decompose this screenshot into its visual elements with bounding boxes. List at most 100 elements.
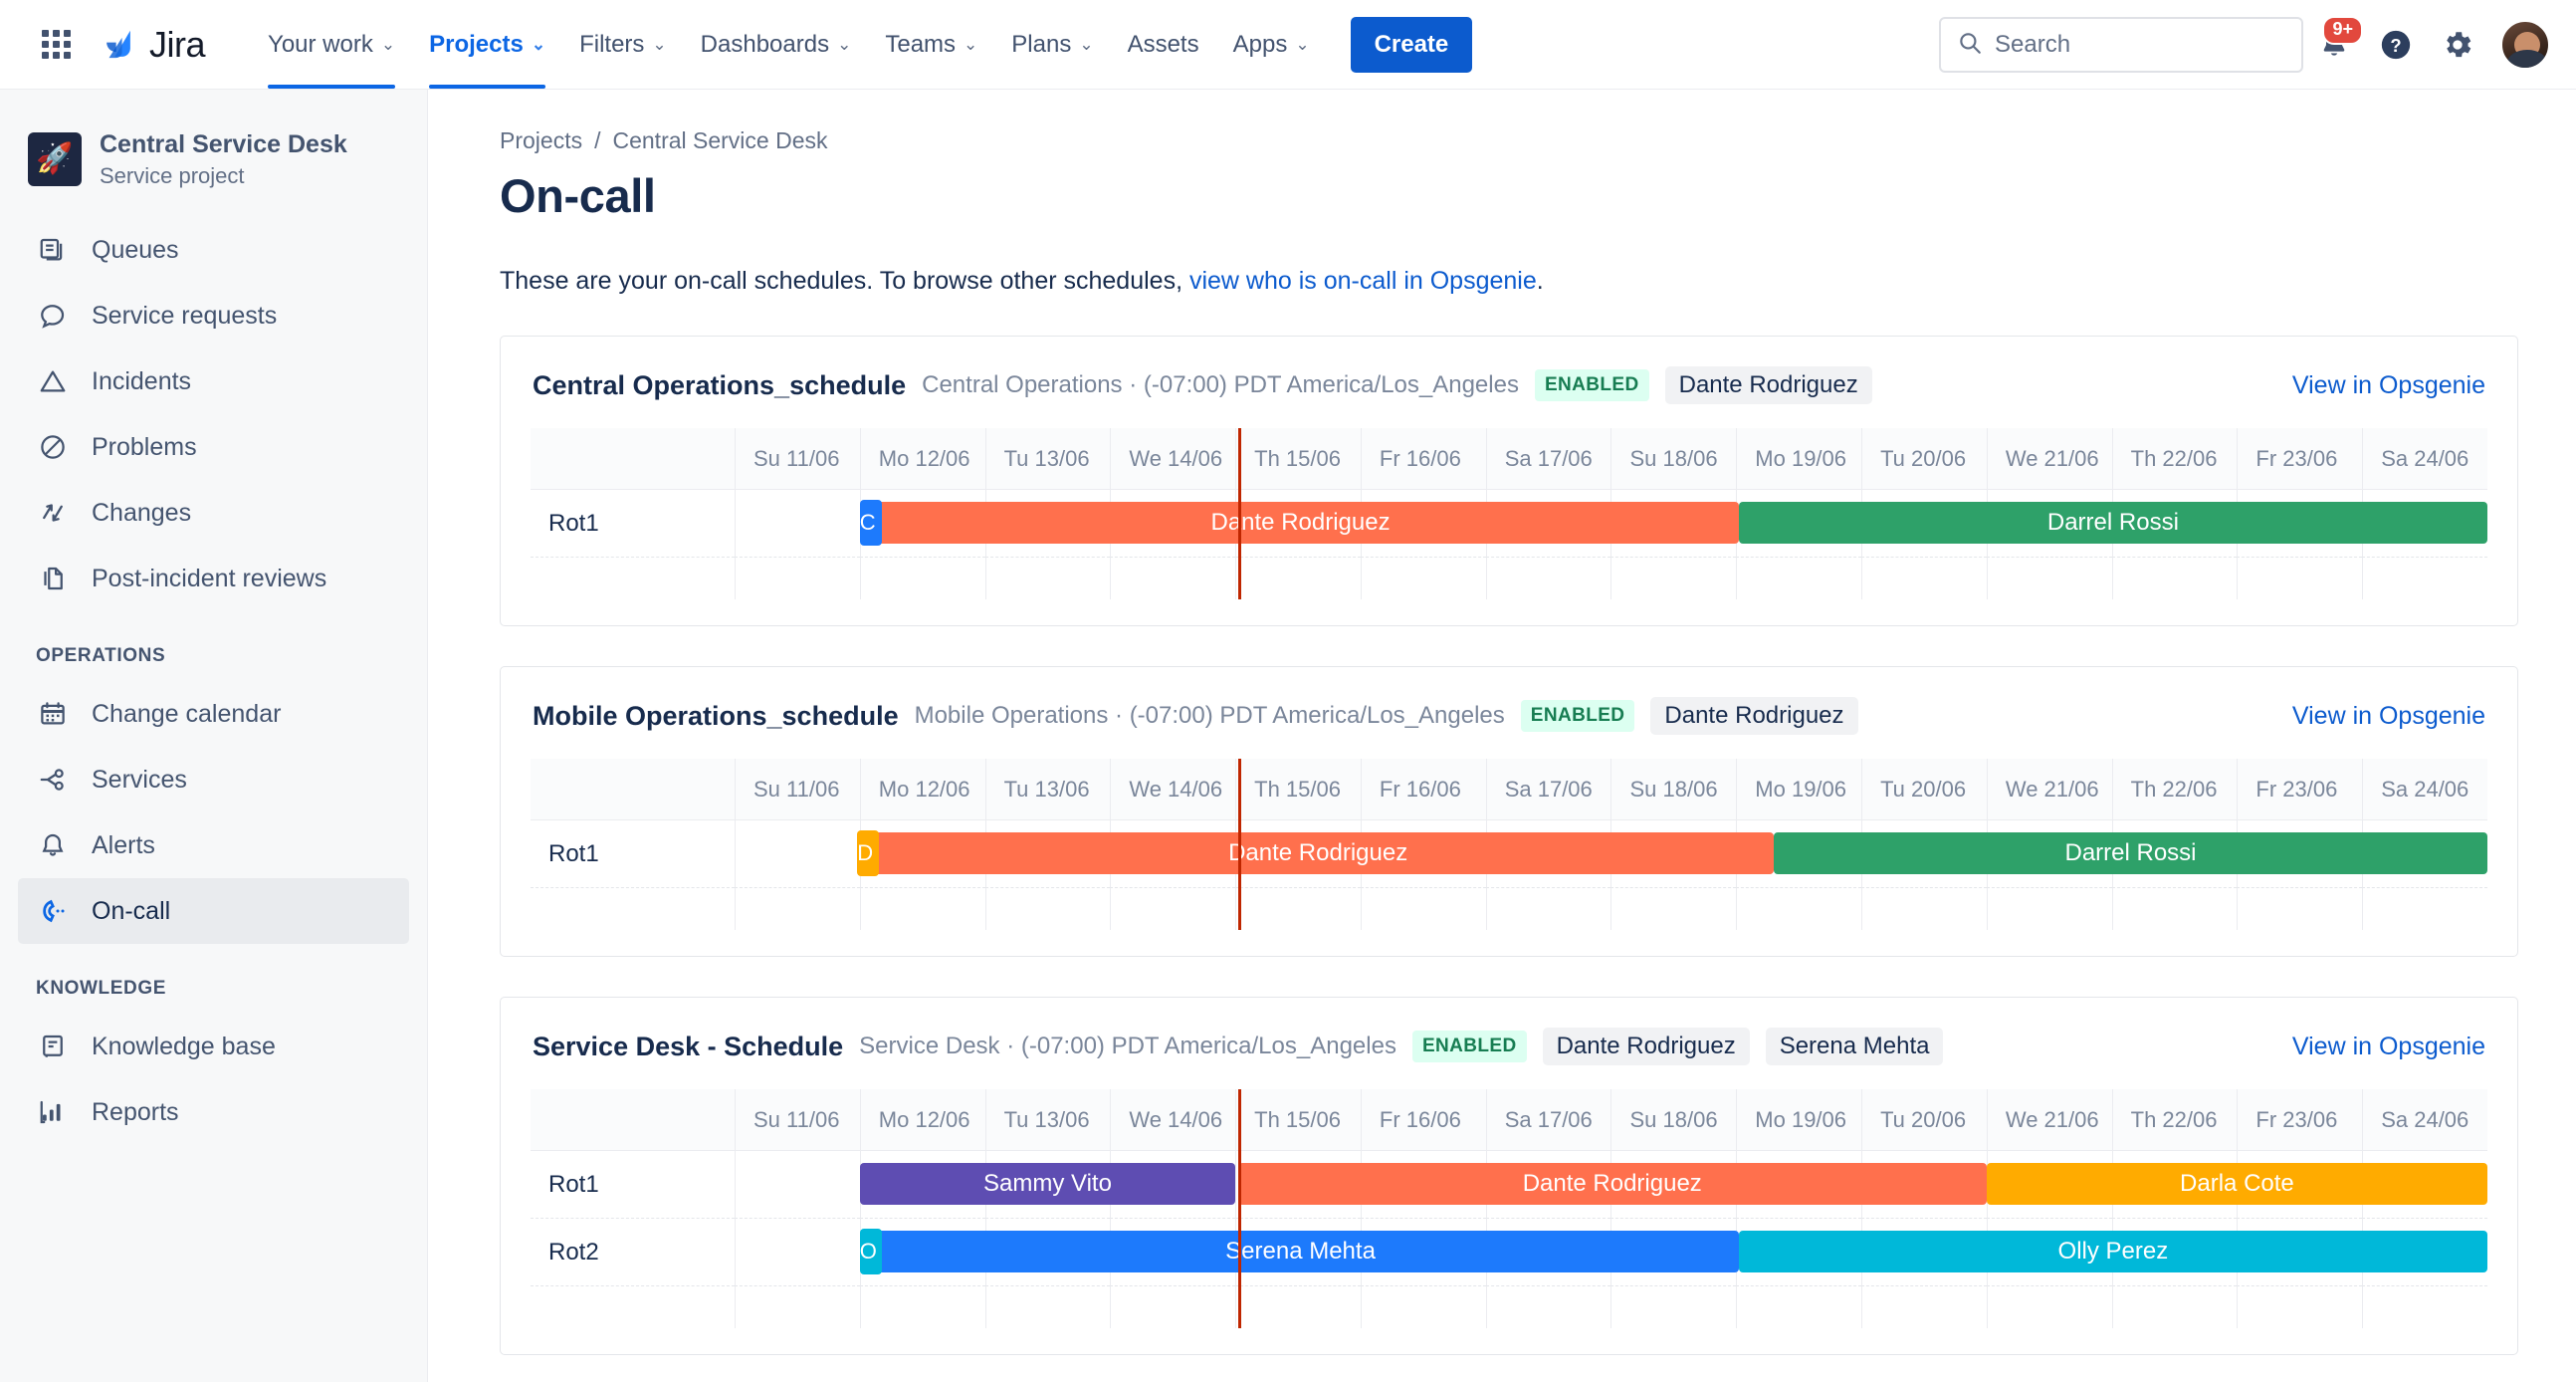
shift-start-marker[interactable]: C xyxy=(859,500,882,546)
shift-start-marker[interactable]: D xyxy=(857,830,880,876)
nav-item-dashboards[interactable]: Dashboards ⌄ xyxy=(684,0,869,89)
sidebar-label-service-requests: Service requests xyxy=(92,301,278,330)
jira-logo[interactable]: Jira xyxy=(100,23,206,66)
view-in-opsgenie-link[interactable]: View in Opsgenie xyxy=(2292,702,2485,731)
sidebar-item-queues[interactable]: Queues xyxy=(18,217,409,283)
shift-start-marker[interactable]: O xyxy=(859,1229,882,1274)
current-time-marker xyxy=(1237,1089,1241,1328)
on-call-shift-bar[interactable]: Dante Rodriguez xyxy=(862,832,1775,874)
sidebar-item-alerts[interactable]: Alerts xyxy=(18,812,409,878)
timeline-day-header: Sa 17/06 xyxy=(1485,1089,1611,1151)
chevron-down-icon: ⌄ xyxy=(964,35,978,54)
document-icon xyxy=(36,562,70,595)
rotation-grid-cells xyxy=(531,558,2487,599)
schedule-card-header: Mobile Operations_schedule Mobile Operat… xyxy=(531,697,2487,759)
on-call-shift-bar[interactable]: Darrel Rossi xyxy=(1774,832,2487,874)
search-box[interactable] xyxy=(1939,17,2303,73)
nav-item-teams[interactable]: Teams ⌄ xyxy=(868,0,994,89)
schedule-timeline: Su 11/06 Mo 12/06 Tu 13/06 We 14/06 Th 15/06… xyxy=(531,759,2487,930)
shift-person-name: Serena Mehta xyxy=(1225,1238,1376,1265)
sidebar-label-knowledge-base: Knowledge base xyxy=(92,1032,276,1060)
shift-person-name: Olly Perez xyxy=(2057,1238,2169,1265)
timeline-day-header: Mo 12/06 xyxy=(859,759,985,820)
sidebar-item-problems[interactable]: Problems xyxy=(18,414,409,480)
sidebar-label-problems: Problems xyxy=(92,432,197,461)
sidebar-label-queues: Queues xyxy=(92,235,179,264)
timeline-day-header: Sa 17/06 xyxy=(1485,759,1611,820)
timeline-day-header: Su 18/06 xyxy=(1610,1089,1737,1151)
sidebar-item-service-requests[interactable]: Service requests xyxy=(18,283,409,348)
schedule-timeline: Su 11/06 Mo 12/06 Tu 13/06 We 14/06 Th 15/06… xyxy=(531,1089,2487,1328)
timeline-day-header: Mo 19/06 xyxy=(1736,1089,1862,1151)
timeline-day-header: Mo 12/06 xyxy=(859,1089,985,1151)
rotation-label: Rot1 xyxy=(548,510,599,537)
notifications-button[interactable]: 9+ xyxy=(2303,14,2365,76)
intro-text: These are your on-call schedules. To bro… xyxy=(500,267,2518,296)
warning-triangle-icon xyxy=(36,364,70,398)
user-avatar[interactable] xyxy=(2500,20,2550,70)
shift-person-name: Sammy Vito xyxy=(982,1170,1112,1197)
rocket-icon: 🚀 xyxy=(36,142,74,175)
on-call-shift-bar[interactable]: Sammy Vito xyxy=(859,1163,1236,1205)
help-button[interactable]: ? xyxy=(2365,14,2427,76)
view-in-opsgenie-link[interactable]: View in Opsgenie xyxy=(2292,371,2485,400)
timeline-day-header: Su 11/06 xyxy=(735,428,860,490)
timeline-day-header: Th 15/06 xyxy=(1235,428,1361,490)
sidebar-item-services[interactable]: Services xyxy=(18,747,409,812)
settings-button[interactable] xyxy=(2427,14,2488,76)
nav-item-your-work[interactable]: Your work ⌄ xyxy=(251,0,412,89)
sidebar-item-reports[interactable]: Reports xyxy=(18,1079,409,1145)
create-button[interactable]: Create xyxy=(1350,16,1473,73)
breadcrumb-central-service-desk[interactable]: Central Service Desk xyxy=(612,127,827,154)
svg-text:?: ? xyxy=(2390,35,2401,56)
nav-item-projects[interactable]: Projects ⌄ xyxy=(412,0,562,89)
sidebar-item-changes[interactable]: Changes xyxy=(18,480,409,546)
phone-on-call-icon xyxy=(36,894,70,928)
services-nodes-icon xyxy=(36,763,70,797)
on-call-shift-bar[interactable]: Darla Cote xyxy=(1986,1163,2487,1205)
jira-wordmark: Jira xyxy=(149,23,206,65)
sidebar-label-change-calendar: Change calendar xyxy=(92,699,282,728)
search-input[interactable] xyxy=(1995,31,2285,59)
timeline-header-row: Su 11/06 Mo 12/06 Tu 13/06 We 14/06 Th 15/06… xyxy=(531,428,2487,490)
timeline-day-header: Su 11/06 xyxy=(735,759,860,820)
on-call-shift-bar[interactable]: Dante Rodriguez xyxy=(862,502,1739,544)
nav-item-assets[interactable]: Assets xyxy=(1111,0,1216,89)
nav-item-filters[interactable]: Filters ⌄ xyxy=(562,0,684,89)
on-call-shift-bar[interactable]: Darrel Rossi xyxy=(1738,502,2487,544)
timeline-day-header: Th 15/06 xyxy=(1235,759,1361,820)
timeline-day-header: Sa 24/06 xyxy=(2362,428,2487,490)
nav-item-plans[interactable]: Plans ⌄ xyxy=(994,0,1110,89)
intro-prefix: These are your on-call schedules. To bro… xyxy=(500,267,1189,295)
project-header[interactable]: 🚀 Central Service Desk Service project xyxy=(0,108,427,203)
nav-label-filters: Filters xyxy=(579,30,645,58)
timeline-day-header: Tu 13/06 xyxy=(984,759,1111,820)
sidebar-item-on-call[interactable]: On-call xyxy=(18,878,409,944)
schedule-participant[interactable]: Dante Rodriguez xyxy=(1650,697,1858,735)
sidebar-item-incidents[interactable]: Incidents xyxy=(18,348,409,414)
rotation-label: Rot2 xyxy=(548,1239,599,1266)
opsgenie-link[interactable]: view who is on-call in Opsgenie xyxy=(1189,267,1537,295)
on-call-shift-bar[interactable]: Dante Rodriguez xyxy=(1237,1163,1987,1205)
on-call-shift-bar[interactable]: Olly Perez xyxy=(1738,1231,2487,1272)
schedule-card: Mobile Operations_schedule Mobile Operat… xyxy=(500,666,2518,957)
schedule-participant[interactable]: Dante Rodriguez xyxy=(1542,1028,1750,1065)
queues-icon xyxy=(36,233,70,267)
apps-grid-icon[interactable] xyxy=(36,25,76,65)
schedule-participant[interactable]: Serena Mehta xyxy=(1765,1028,1944,1065)
sidebar-item-post-incident-reviews[interactable]: Post-incident reviews xyxy=(18,546,409,611)
timeline-day-header: Th 22/06 xyxy=(2111,428,2238,490)
sidebar-item-change-calendar[interactable]: Change calendar xyxy=(18,681,409,747)
nav-label-plans: Plans xyxy=(1011,30,1072,58)
sidebar-label-reports: Reports xyxy=(92,1097,179,1126)
breadcrumb-projects[interactable]: Projects xyxy=(500,127,582,154)
on-call-shift-bar[interactable]: Serena Mehta xyxy=(862,1231,1739,1272)
timeline-day-header: Fr 23/06 xyxy=(2237,428,2363,490)
schedule-participant[interactable]: Dante Rodriguez xyxy=(1664,366,1872,404)
view-in-opsgenie-link[interactable]: View in Opsgenie xyxy=(2292,1033,2485,1061)
timeline-day-header: Fr 16/06 xyxy=(1360,428,1486,490)
nav-item-apps[interactable]: Apps ⌄ xyxy=(1216,0,1327,89)
timeline-day-header: Tu 20/06 xyxy=(1861,1089,1987,1151)
schedule-meta: Mobile Operations · (-07:00) PDT America… xyxy=(914,702,1505,729)
sidebar-item-knowledge-base[interactable]: Knowledge base xyxy=(18,1014,409,1079)
